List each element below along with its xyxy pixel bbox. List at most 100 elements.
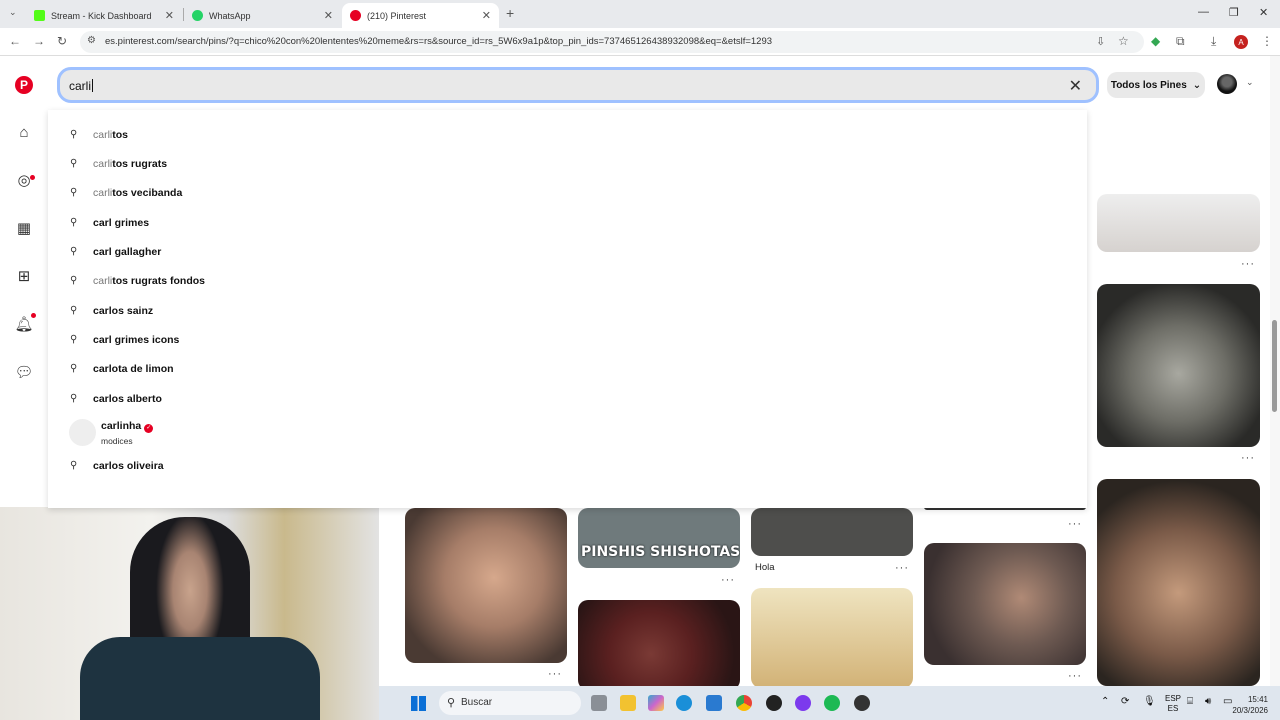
- user-avatar[interactable]: [1217, 74, 1237, 94]
- search-icon: ⚲: [70, 246, 78, 257]
- pin-more-icon[interactable]: ···: [548, 668, 562, 680]
- tab-whatsapp[interactable]: WhatsApp ✕: [184, 3, 341, 28]
- task-view-icon[interactable]: [591, 695, 607, 711]
- suggestion-item[interactable]: ⚲ carlitos rugrats fondos: [48, 267, 1087, 295]
- taskbar-search[interactable]: ⚲ Buscar: [439, 691, 581, 715]
- forward-icon[interactable]: →: [33, 34, 45, 48]
- pin-meme[interactable]: PINSHIS SHISHOTAS: [578, 508, 740, 568]
- suggestion-item[interactable]: ⚲ carl grimes icons: [48, 326, 1087, 354]
- taskbar-clock[interactable]: 15:41 20/3/2026: [1232, 694, 1268, 716]
- suggestion-item[interactable]: ⚲ carlota de limon: [48, 355, 1087, 383]
- home-icon[interactable]: ⌂: [15, 123, 33, 141]
- page-scrollbar[interactable]: [1270, 56, 1280, 686]
- back-icon[interactable]: ←: [9, 34, 21, 48]
- close-tab-icon[interactable]: ✕: [165, 9, 174, 22]
- pin-hola[interactable]: [751, 508, 913, 556]
- create-plus-icon[interactable]: ⊞: [15, 267, 33, 285]
- extension-green-icon[interactable]: ◆: [1151, 34, 1160, 48]
- extensions-puzzle-icon[interactable]: ⧉: [1176, 34, 1185, 49]
- search-input[interactable]: carli ✕: [57, 67, 1099, 103]
- tray-chevron-up-icon[interactable]: ⌃: [1101, 696, 1109, 707]
- suggestion-prefix: carli: [93, 158, 113, 170]
- tray-app-icon[interactable]: ⟳: [1121, 696, 1129, 707]
- tab-title: WhatsApp: [209, 10, 251, 21]
- battery-icon[interactable]: ▭: [1223, 696, 1232, 707]
- pin-more-icon[interactable]: ···: [895, 562, 909, 574]
- site-info-icon[interactable]: ⚙: [87, 35, 96, 46]
- suggestion-rest: carlota de limon: [93, 363, 174, 375]
- microphone-icon[interactable]: 🎙︎: [1143, 696, 1156, 707]
- explore-compass-icon[interactable]: ◎: [15, 171, 33, 189]
- boards-icon[interactable]: ▦: [15, 219, 33, 237]
- close-window-icon[interactable]: ✕: [1259, 6, 1268, 19]
- suggestion-item[interactable]: ⚲ carl gallagher: [48, 238, 1087, 266]
- close-tab-icon[interactable]: ✕: [482, 9, 491, 22]
- pin-guy-right[interactable]: [1097, 479, 1260, 686]
- tab-list-chevron-icon[interactable]: ⌄: [9, 7, 17, 18]
- suggestion-rest: carl grimes: [93, 217, 150, 229]
- notifications-bell-icon[interactable]: 🔔︎: [14, 315, 33, 333]
- webcam-overlay: [0, 507, 379, 720]
- reload-icon[interactable]: ↻: [57, 34, 67, 48]
- bookmark-star-icon[interactable]: ☆: [1118, 34, 1129, 48]
- suggestion-item[interactable]: ⚲ carl grimes: [48, 209, 1087, 237]
- account-subtitle: modices: [101, 436, 133, 446]
- tab-pinterest[interactable]: (210) Pinterest ✕: [342, 3, 499, 28]
- suggestion-item[interactable]: ⚲ carlos sainz: [48, 297, 1087, 325]
- lang-bottom: ES: [1167, 704, 1179, 713]
- store-icon[interactable]: [706, 695, 722, 711]
- network-icon[interactable]: ⌸: [1187, 696, 1193, 707]
- pin-guy-mask[interactable]: [578, 600, 740, 690]
- file-explorer-icon[interactable]: [620, 695, 636, 711]
- tab-title: (210) Pinterest: [367, 10, 427, 21]
- suggestion-item[interactable]: ⚲ carlitos: [48, 121, 1087, 149]
- close-tab-icon[interactable]: ✕: [324, 9, 333, 22]
- chrome-icon[interactable]: [736, 695, 752, 711]
- pin-guy-blonde[interactable]: [751, 588, 913, 688]
- account-chevron-down-icon[interactable]: ⌄: [1246, 77, 1254, 88]
- clear-search-icon[interactable]: ✕: [1069, 76, 1082, 96]
- search-icon: ⚲: [70, 334, 78, 345]
- pin-more-icon[interactable]: ···: [1068, 518, 1082, 530]
- pin-more-icon[interactable]: ···: [1241, 452, 1255, 464]
- kick-favicon-icon: [34, 10, 45, 21]
- pin-more-icon[interactable]: ···: [721, 574, 735, 586]
- install-app-icon[interactable]: ⇩: [1096, 35, 1105, 48]
- chevron-down-icon: ⌄: [1192, 79, 1202, 91]
- account-name-text: carlinha: [101, 420, 142, 432]
- pins-filter-dropdown[interactable]: Todos los Pines ⌄: [1107, 72, 1205, 98]
- scrollbar-thumb[interactable]: [1272, 320, 1277, 412]
- language-indicator[interactable]: ESP ES: [1165, 694, 1181, 714]
- spotify-icon[interactable]: [824, 695, 840, 711]
- volume-icon[interactable]: 🔊︎: [1205, 696, 1211, 707]
- tab-kick[interactable]: Stream - Kick Dashboard ✕: [26, 3, 182, 28]
- app-icon[interactable]: [854, 695, 870, 711]
- purple-app-icon[interactable]: [795, 695, 811, 711]
- profile-avatar[interactable]: A: [1234, 35, 1248, 49]
- browser-menu-icon[interactable]: ⋮: [1261, 34, 1273, 48]
- copilot-icon[interactable]: [648, 695, 664, 711]
- pin-guy-room[interactable]: [924, 543, 1086, 665]
- suggestion-item[interactable]: ⚲ carlos alberto: [48, 385, 1087, 413]
- pin-cat-top[interactable]: [1097, 194, 1260, 252]
- downloads-icon[interactable]: ⤓: [1211, 34, 1216, 49]
- suggestion-item[interactable]: ⚲ carlitos rugrats: [48, 150, 1087, 178]
- messages-icon[interactable]: 💬︎: [14, 363, 33, 381]
- pin-guy-1[interactable]: [405, 508, 567, 663]
- windows-start-icon[interactable]: [411, 696, 426, 711]
- suggestion-item[interactable]: ⚲ carlitos vecibanda: [48, 179, 1087, 207]
- search-icon: ⚲: [70, 460, 78, 471]
- new-tab-icon[interactable]: +: [506, 5, 514, 21]
- address-bar[interactable]: ⚙ es.pinterest.com/search/pins/?q=chico%…: [80, 31, 1144, 53]
- pinterest-logo-icon[interactable]: P: [15, 76, 33, 94]
- pin-more-icon[interactable]: ···: [1068, 670, 1082, 682]
- search-icon: ⚲: [70, 393, 78, 404]
- minimize-icon[interactable]: —: [1198, 6, 1209, 18]
- pin-cat-face[interactable]: [1097, 284, 1260, 447]
- edge-icon[interactable]: [676, 695, 692, 711]
- pin-more-icon[interactable]: ···: [1241, 258, 1255, 270]
- suggestion-rest: tos vecibanda: [112, 187, 183, 199]
- obs-icon[interactable]: [766, 695, 782, 711]
- restore-icon[interactable]: ❐: [1229, 6, 1239, 19]
- suggestion-item[interactable]: ⚲ carlos oliveira: [48, 452, 1087, 480]
